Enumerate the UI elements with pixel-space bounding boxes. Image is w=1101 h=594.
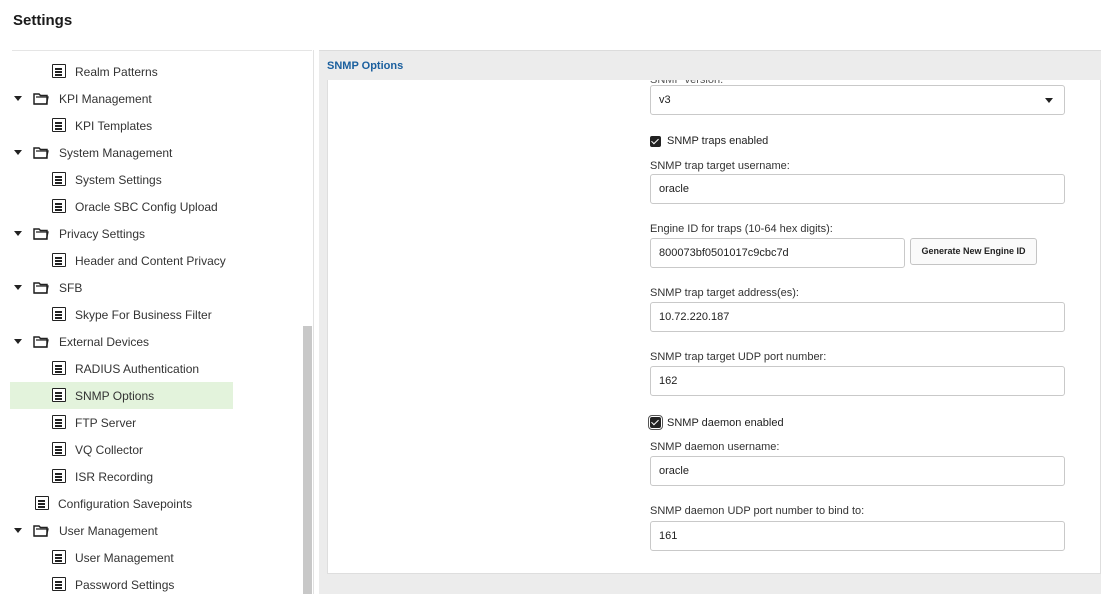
folder-icon	[33, 93, 49, 105]
tree-item-label: RADIUS Authentication	[75, 362, 200, 376]
tree-item-label: Privacy Settings	[59, 227, 146, 241]
tree-page-item[interactable]: Header and Content Privacy	[0, 247, 300, 274]
engine-id-input[interactable]: 800073bf0501017c9cbc7d	[650, 238, 905, 268]
document-icon	[52, 577, 66, 591]
tree-item-label: KPI Management	[59, 92, 152, 106]
daemon-port-input[interactable]: 161	[650, 521, 1065, 551]
daemon-username-label: SNMP daemon username:	[650, 441, 780, 453]
tree-folder-item[interactable]: User Management	[0, 517, 300, 544]
tree-page-item[interactable]: KPI Templates	[0, 112, 300, 139]
folder-icon	[33, 525, 49, 537]
tree-page-item[interactable]: Realm Patterns	[0, 58, 300, 85]
tree-page-item[interactable]: Configuration Savepoints	[0, 490, 300, 517]
caret-down-icon[interactable]	[14, 231, 22, 236]
trap-address-input[interactable]: 10.72.220.187	[650, 302, 1065, 332]
caret-down-icon[interactable]	[14, 285, 22, 290]
folder-icon	[33, 282, 49, 294]
tree-page-item[interactable]: User Management	[0, 544, 300, 571]
tree-item-label: Realm Patterns	[75, 65, 158, 79]
page-title: Settings	[13, 12, 73, 29]
document-icon	[52, 172, 66, 186]
panel-header: SNMP Options	[319, 50, 1101, 80]
document-icon	[52, 415, 66, 429]
tree-page-item[interactable]: ISR Recording	[0, 463, 300, 490]
generate-engine-id-button[interactable]: Generate New Engine ID	[910, 238, 1037, 265]
folder-icon	[33, 336, 49, 348]
tree-folder-item[interactable]: External Devices	[0, 328, 300, 355]
tree-page-item[interactable]: System Settings	[0, 166, 300, 193]
document-icon	[52, 442, 66, 456]
sidebar-divider	[12, 50, 312, 51]
tree-item-label: Oracle SBC Config Upload	[75, 200, 218, 214]
tree-page-item[interactable]: RADIUS Authentication	[0, 355, 300, 382]
caret-down-icon[interactable]	[14, 528, 22, 533]
tree-item-label: KPI Templates	[75, 119, 153, 133]
tree-folder-item[interactable]: SFB	[0, 274, 300, 301]
panel-title: SNMP Options	[327, 60, 404, 72]
document-icon	[52, 361, 66, 375]
snmp-traps-enabled-checkbox[interactable]	[650, 136, 661, 147]
tree-page-item[interactable]: VQ Collector	[0, 436, 300, 463]
trap-port-input[interactable]: 162	[650, 366, 1065, 396]
caret-down-icon[interactable]	[14, 150, 22, 155]
snmp-traps-enabled-label: SNMP traps enabled	[667, 135, 769, 147]
tree-page-item[interactable]: Skype For Business Filter	[0, 301, 300, 328]
tree-item-label: User Management	[75, 551, 174, 565]
document-icon	[52, 199, 66, 213]
caret-down-icon[interactable]	[14, 96, 22, 101]
document-icon	[52, 64, 66, 78]
tree-folder-item[interactable]: KPI Management	[0, 85, 300, 112]
document-icon	[52, 388, 66, 402]
document-icon	[52, 469, 66, 483]
tree-item-label: ISR Recording	[75, 470, 154, 484]
snmp-daemon-enabled-label: SNMP daemon enabled	[667, 417, 784, 429]
tree-item-label: SFB	[59, 281, 83, 295]
settings-tree: Realm Patterns KPI Management KPI Template…	[0, 50, 314, 594]
tree-page-item[interactable]: FTP Server	[0, 409, 300, 436]
caret-down-icon[interactable]	[14, 339, 22, 344]
folder-icon	[33, 147, 49, 159]
tree-item-label: FTP Server	[75, 416, 137, 430]
tree-item-label: Configuration Savepoints	[58, 497, 193, 511]
tree-item-label: External Devices	[59, 335, 150, 349]
chevron-down-icon	[1045, 98, 1053, 103]
snmp-daemon-enabled-checkbox[interactable]	[648, 415, 663, 430]
snmp-version-value: v3	[659, 94, 671, 106]
tree-item-label: Skype For Business Filter	[75, 308, 212, 322]
snmp-form: SNMP version: v3 SNMP traps enabled SNMP…	[327, 80, 1101, 574]
tree-folder-item[interactable]: Privacy Settings	[0, 220, 300, 247]
tree-item-label: SNMP Options	[75, 389, 155, 403]
tree-item-label: User Management	[59, 524, 158, 538]
document-icon	[52, 550, 66, 564]
daemon-username-input[interactable]: oracle	[650, 456, 1065, 486]
tree-item-label: System Settings	[75, 173, 162, 187]
trap-username-label: SNMP trap target username:	[650, 160, 790, 172]
tree-folder-item[interactable]: System Management	[0, 139, 300, 166]
tree-page-item[interactable]: Password Settings	[0, 571, 300, 594]
snmp-version-select[interactable]: v3	[650, 85, 1065, 115]
tree-page-item[interactable]: Oracle SBC Config Upload	[0, 193, 300, 220]
engine-id-label: Engine ID for traps (10-64 hex digits):	[650, 223, 833, 235]
tree-item-label: Password Settings	[75, 578, 175, 592]
sidebar-scrollbar[interactable]	[303, 326, 312, 594]
document-icon	[52, 118, 66, 132]
folder-icon	[33, 228, 49, 240]
daemon-port-label: SNMP daemon UDP port number to bind to:	[650, 505, 865, 517]
trap-username-input[interactable]: oracle	[650, 174, 1065, 204]
tree-page-item[interactable]: SNMP Options	[10, 382, 233, 409]
tree-item-label: VQ Collector	[75, 443, 144, 457]
document-icon	[52, 307, 66, 321]
tree-item-label: Header and Content Privacy	[75, 254, 226, 268]
tree-item-label: System Management	[59, 146, 173, 160]
document-icon	[52, 253, 66, 267]
trap-port-label: SNMP trap target UDP port number:	[650, 351, 827, 363]
trap-address-label: SNMP trap target address(es):	[650, 287, 799, 299]
document-icon	[35, 496, 49, 510]
snmp-options-panel: SNMP version: v3 SNMP traps enabled SNMP…	[319, 80, 1101, 594]
